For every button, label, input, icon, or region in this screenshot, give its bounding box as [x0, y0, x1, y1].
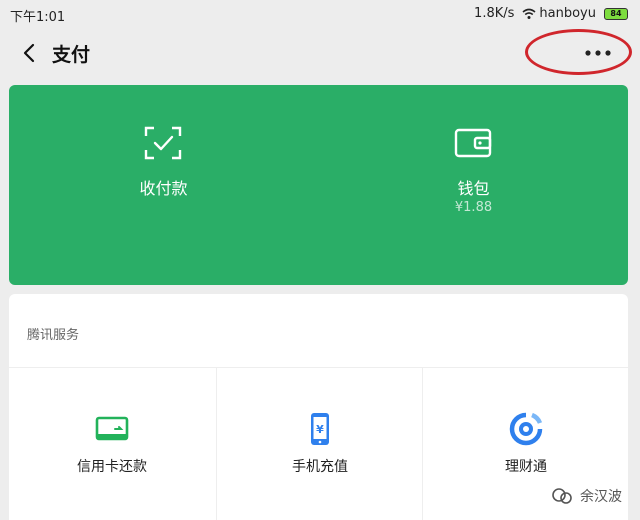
- wallet-icon: [454, 128, 492, 158]
- watermark-text: 余汉波: [580, 489, 622, 505]
- wallet-panel: 收付款 钱包 ¥1.88: [9, 85, 628, 285]
- wechat-channel-icon: [552, 488, 572, 504]
- credit-card-icon: [95, 416, 129, 441]
- service-label: 手机充值: [292, 459, 348, 475]
- svg-text:¥: ¥: [316, 423, 324, 436]
- battery-level: 84: [610, 8, 622, 18]
- carrier-group: hanboyu: [522, 6, 596, 21]
- receive-pay-button[interactable]: 收付款: [9, 85, 318, 285]
- service-label: 信用卡还款: [77, 459, 147, 475]
- watermark: 余汉波: [550, 486, 622, 506]
- wealth-icon: [509, 412, 543, 446]
- back-arrow-icon[interactable]: [18, 41, 42, 65]
- page-title: 支付: [52, 44, 91, 66]
- wallet-balance: ¥1.88: [454, 200, 493, 215]
- battery-icon: 84: [604, 7, 628, 20]
- section-title: 腾讯服务: [27, 328, 80, 343]
- scan-check-icon: [144, 126, 182, 160]
- status-time: 下午1:01: [10, 10, 66, 25]
- carrier-name: hanboyu: [539, 6, 596, 21]
- service-label: 理财通: [505, 459, 547, 475]
- wifi-icon: [522, 8, 536, 19]
- network-speed: 1.8K/s: [474, 6, 515, 21]
- status-indicators: 1.8K/s hanboyu 84: [474, 6, 628, 21]
- phone-recharge-icon: ¥: [311, 413, 329, 445]
- service-credit-card-repay[interactable]: 信用卡还款: [9, 368, 215, 520]
- status-bar: 下午1:01 1.8K/s hanboyu 84: [0, 0, 640, 28]
- wallet-label: 钱包: [457, 179, 490, 198]
- highlight-annotation-ring: [525, 29, 632, 75]
- service-phone-recharge[interactable]: ¥ 手机充值: [216, 368, 422, 520]
- wallet-button[interactable]: 钱包 ¥1.88: [319, 85, 628, 285]
- receive-pay-label: 收付款: [139, 179, 188, 198]
- tencent-services-card: 腾讯服务 信用卡还款 ¥ 手机充值 理财通: [9, 294, 628, 520]
